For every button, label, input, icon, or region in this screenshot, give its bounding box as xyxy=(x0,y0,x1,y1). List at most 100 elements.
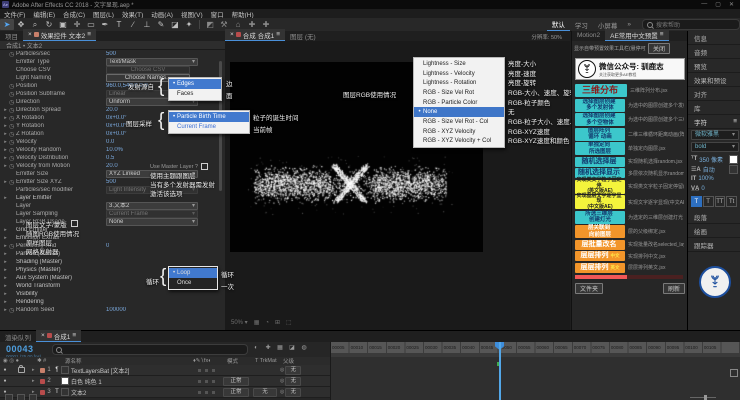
effect-value[interactable]: 0.5 xyxy=(106,155,114,161)
expand-arrow-icon[interactable]: ▸ xyxy=(2,155,9,161)
stopwatch-icon[interactable]: ◷ xyxy=(9,107,16,114)
menu-item[interactable]: 编辑(E) xyxy=(29,9,59,19)
close-button[interactable]: ✕ xyxy=(729,1,734,8)
comp-marker-button[interactable] xyxy=(730,369,738,377)
stopwatch-icon[interactable]: ◷ xyxy=(9,131,16,138)
expand-arrow-icon[interactable]: ▸ xyxy=(2,259,9,265)
effect-row[interactable]: Emitter Type Text/Mask xyxy=(2,58,225,66)
effect-value[interactable]: 10.0% xyxy=(106,147,123,153)
script-button[interactable]: 单独定向 所选图层 xyxy=(575,142,625,155)
tab-layer[interactable]: 图层 (无) xyxy=(285,30,321,41)
stopwatch-icon[interactable]: ◷ xyxy=(9,139,16,146)
source-name-header[interactable]: 源名称 xyxy=(65,357,193,365)
tool-icon[interactable]: ◪ xyxy=(168,19,182,30)
script-button[interactable]: 随机选择层 xyxy=(575,157,625,167)
tab-close-icon[interactable]: × xyxy=(230,31,234,38)
expand-arrow-icon[interactable]: ▸ xyxy=(2,307,9,313)
script-button[interactable]: 选择图层创建 多个空物体 xyxy=(575,113,625,126)
panel-tab[interactable]: 跟踪器 xyxy=(688,238,740,252)
minimize-button[interactable]: — xyxy=(701,1,707,8)
dropdown-item[interactable]: Faces xyxy=(169,89,221,99)
dropdown-item[interactable]: •Particle Birth Time xyxy=(169,112,249,122)
trkmat-header[interactable]: T TrkMat xyxy=(255,358,283,364)
panel-tab[interactable]: 段落 xyxy=(688,210,740,224)
viewer-control[interactable]: ▦ xyxy=(254,319,260,326)
tab-motion2[interactable]: Motion2 xyxy=(572,30,605,41)
stopwatch-icon[interactable]: ◷ xyxy=(9,307,16,314)
font-style-select[interactable]: bold xyxy=(691,142,739,152)
font-family-select[interactable]: 微软雅黑 xyxy=(691,130,739,140)
panel-tab[interactable]: 信息 xyxy=(688,31,740,45)
script-button[interactable]: 层层排列英文 xyxy=(575,263,625,273)
effect-value[interactable]: 0x+0.0° xyxy=(106,115,127,121)
stopwatch-icon[interactable]: ◷ xyxy=(9,243,16,250)
script-button[interactable]: 图层阵列 循环 动画 xyxy=(575,128,625,141)
popup-item[interactable]: RGB - Particle Color xyxy=(414,98,504,108)
effect-row[interactable]: ▸ ◷ Velocity Distribution 0.5 xyxy=(2,154,225,162)
folder-button[interactable]: 文件夹 xyxy=(575,283,603,294)
stopwatch-icon[interactable]: ◷ xyxy=(9,51,16,58)
parent-select[interactable]: 无 xyxy=(285,388,301,397)
expand-arrow-icon[interactable]: ▸ xyxy=(2,147,9,153)
stopwatch-icon[interactable]: ◷ xyxy=(9,83,16,90)
panel-tab[interactable]: 对齐 xyxy=(688,87,740,101)
expand-arrow-icon[interactable]: ▸ xyxy=(2,243,9,249)
effect-value[interactable]: 20.0 xyxy=(106,163,118,169)
effect-value[interactable]: 100000 xyxy=(106,307,126,313)
playhead-line[interactable] xyxy=(499,342,501,400)
dropdown-item[interactable]: •Edges xyxy=(169,79,221,89)
timeline-icon[interactable]: ◐ xyxy=(250,345,262,351)
faux-style-toggle[interactable]: T xyxy=(691,196,702,207)
menu-item[interactable]: 窗口 xyxy=(207,9,228,19)
faux-style-toggle[interactable]: T xyxy=(703,196,714,207)
popup-item[interactable]: RGB - XYZ Velocity + Col xyxy=(414,137,504,147)
stopwatch-icon[interactable]: ◷ xyxy=(9,147,16,154)
effect-value[interactable]: 3.文本2 xyxy=(106,202,198,210)
effect-row[interactable]: ▸ ◷ Velocity 0.0 xyxy=(2,138,225,146)
trkmat-select[interactable]: 无 xyxy=(253,388,277,397)
effect-row[interactable]: ▸ ◷ Random Seed 100000 xyxy=(2,306,225,314)
popup-item[interactable]: RGB - XYZ Velocity xyxy=(414,127,504,137)
timeline-icon[interactable]: ◪ xyxy=(286,344,298,351)
faux-style-toggle[interactable]: TT xyxy=(715,196,726,207)
expand-arrow-icon[interactable]: ▸ xyxy=(32,367,40,373)
panel-menu-icon[interactable]: ≡ xyxy=(87,31,91,38)
popup-item[interactable]: RGB - Size Vel Rot - Col xyxy=(414,117,504,127)
panel-menu-icon[interactable]: ≡ xyxy=(660,31,664,38)
panel-tab[interactable]: 库 xyxy=(688,101,740,115)
expand-arrow-icon[interactable]: ▸ xyxy=(2,291,9,297)
maximize-button[interactable]: ▢ xyxy=(715,1,721,8)
timeline-icon[interactable]: ✚ xyxy=(262,344,274,351)
effect-row[interactable]: ▸ ◷ Velocity Random 10.0% xyxy=(2,146,225,154)
tool-icon[interactable]: ∕ xyxy=(126,19,140,30)
effect-value[interactable]: 20.0 xyxy=(106,107,118,113)
layer-switches[interactable] xyxy=(189,380,223,383)
tab-project[interactable]: 项目 xyxy=(0,30,23,41)
effect-value[interactable]: 0 xyxy=(106,243,109,249)
effect-row[interactable]: Layer 3.文本2 xyxy=(2,202,225,210)
dropdown-item[interactable]: Once xyxy=(169,278,217,288)
work-area-bar[interactable] xyxy=(331,353,740,357)
popup-item[interactable]: Lightness - Size xyxy=(414,59,504,69)
timeline-zoom-slider[interactable] xyxy=(690,395,707,400)
refresh-button[interactable]: 刷新 xyxy=(663,283,685,294)
script-button[interactable]: 实现图层文字逐字显现 (中文版AE) xyxy=(575,195,625,209)
blend-mode-select[interactable]: 正常 xyxy=(223,377,249,386)
effect-value[interactable]: Current Frame xyxy=(106,210,198,218)
script-button[interactable]: 层关联到 向前图层 xyxy=(575,225,625,238)
parent-pickwhip-icon[interactable]: ◎ xyxy=(280,378,284,384)
viewer-control[interactable]: 50% ▾ xyxy=(231,319,248,326)
panel-tab[interactable]: 预览 xyxy=(688,59,740,73)
time-ruler[interactable]: 0000500010000150002000025000300003500040… xyxy=(331,342,740,353)
effect-row[interactable]: ▸ Rendering xyxy=(2,298,225,306)
stopwatch-icon[interactable]: ◷ xyxy=(9,155,16,162)
layer-switches[interactable] xyxy=(189,391,223,394)
viewer-control[interactable]: ⊞ xyxy=(275,319,280,326)
expand-arrow-icon[interactable]: ▸ xyxy=(2,251,9,257)
menu-item[interactable]: 图层(L) xyxy=(89,9,118,19)
layer-row[interactable]: ● ▸ 3 T 文本2 正常 无 ◎ 无 xyxy=(0,387,330,398)
vscale-value[interactable]: 100% xyxy=(698,176,713,182)
stopwatch-icon[interactable]: ◷ xyxy=(9,163,16,170)
panel-menu-icon[interactable]: ≡ xyxy=(276,31,280,38)
tool-icon[interactable]: ◩ xyxy=(203,19,217,30)
